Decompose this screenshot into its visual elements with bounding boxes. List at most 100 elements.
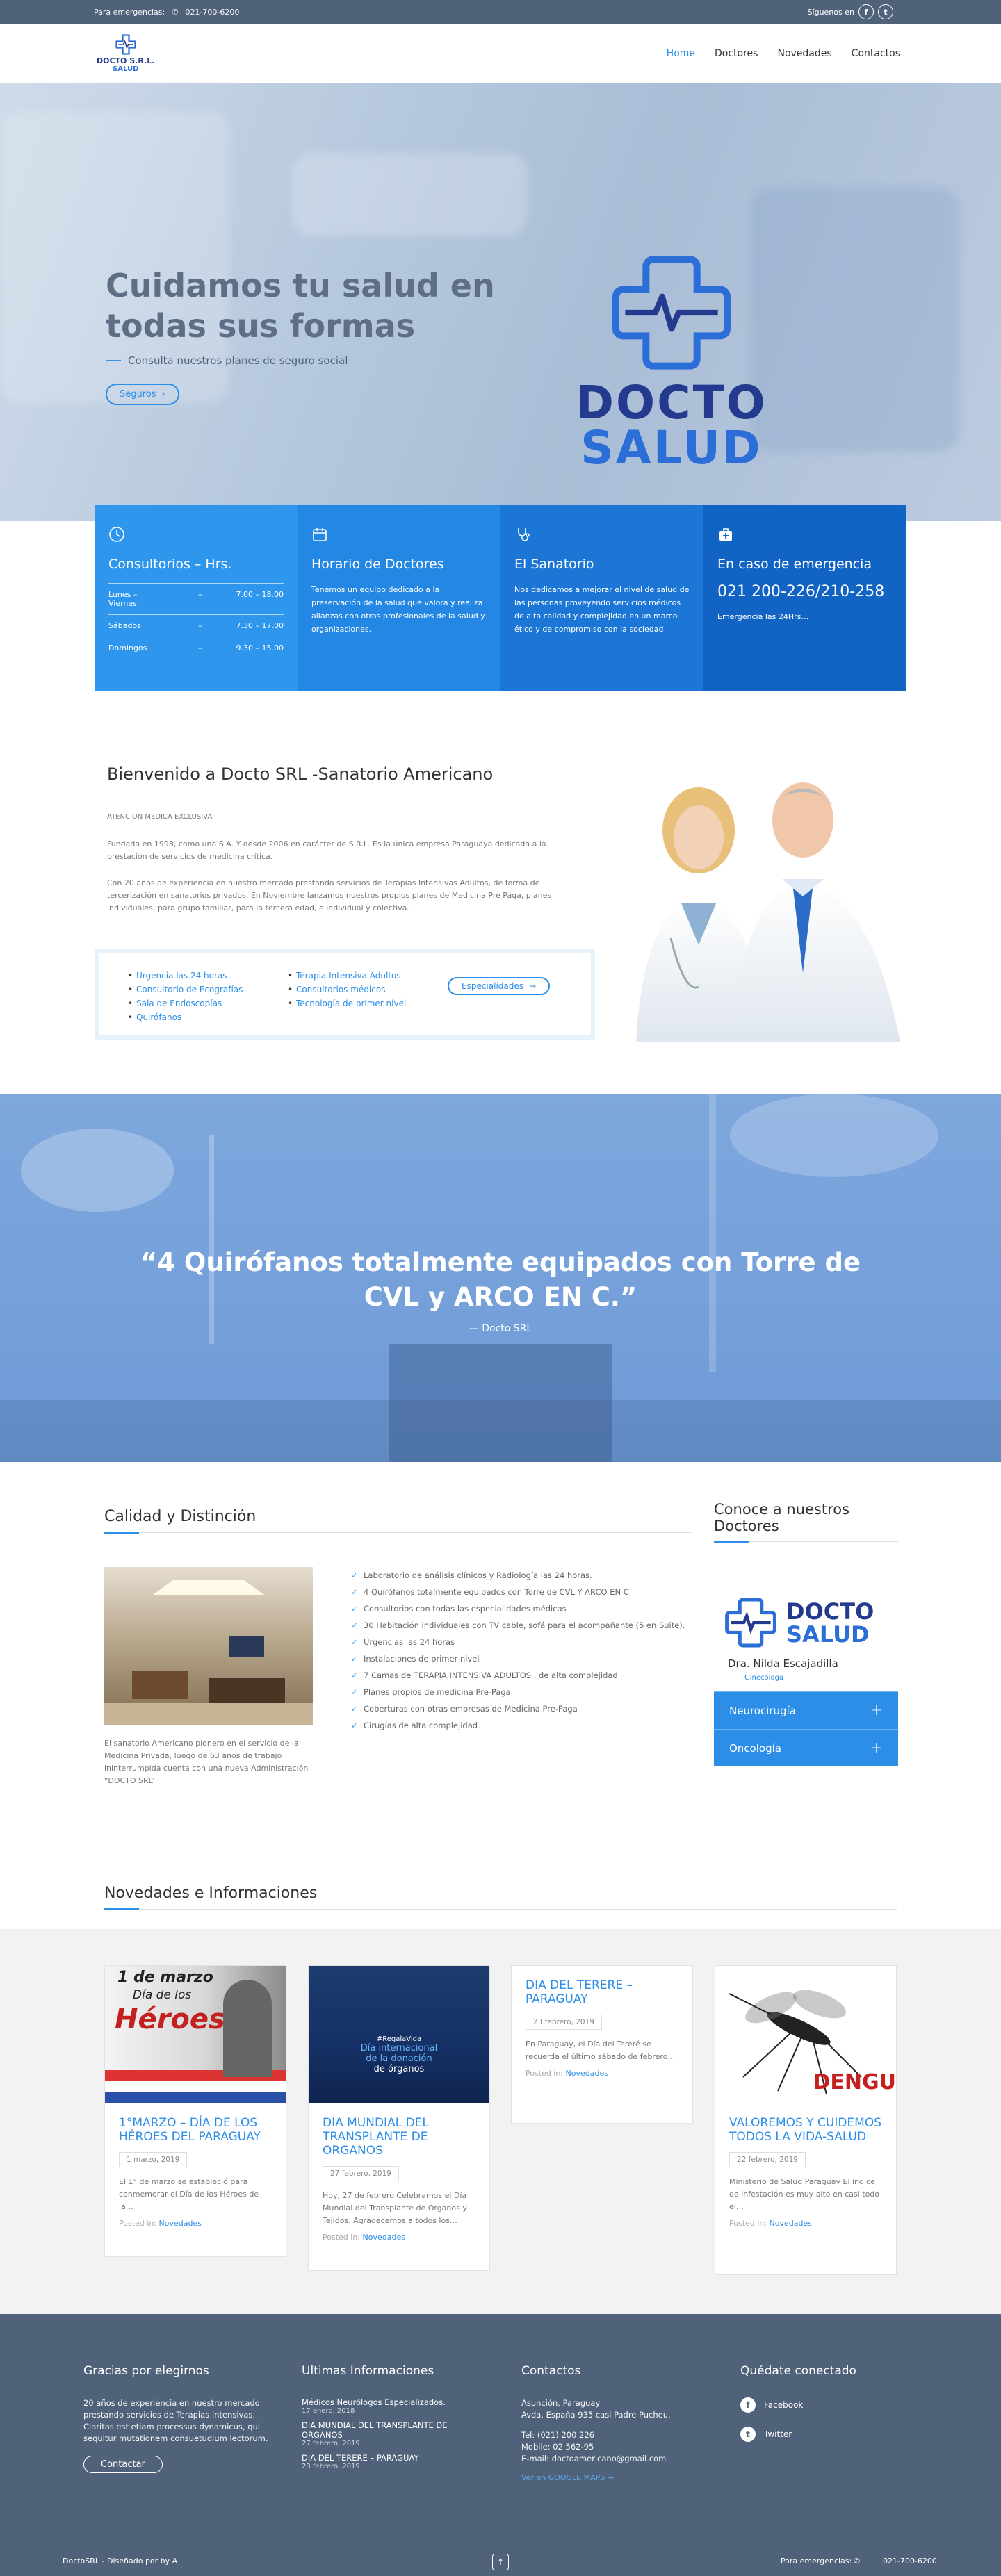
footer-col-news: Ultimas Informaciones Médicos Neurólogos… — [302, 2364, 489, 2476]
news-card[interactable]: DENGU VALOREMOS Y CUIDEMOS TODOS LA VIDA… — [715, 1965, 897, 2275]
welcome-small: ATENCION MEDICA EXCLUSIVA — [107, 813, 213, 821]
info-box-horario: Horario de Doctores Tenemos un equipo de… — [298, 505, 500, 691]
especialidades-button[interactable]: Especialidades → — [448, 977, 551, 995]
welcome-section: Bienvenido a Docto SRL -Sanatorio Americ… — [0, 723, 1001, 1049]
footer-facebook-link[interactable]: f Facebook — [740, 2397, 928, 2413]
specialties-accordion: Neurocirugía + Oncología + — [714, 1691, 898, 1766]
news-card[interactable]: #RegalaVida Día internacional de la dona… — [308, 1965, 490, 2271]
posted-label: Posted in: — [119, 2219, 156, 2228]
footer-news-item[interactable]: DIA MUNDIAL DEL TRANSPLANTE DE ORGANOS 2… — [302, 2420, 489, 2447]
quote-text: “4 Quirófanos totalmente equipados con T… — [140, 1247, 861, 1312]
section-divider — [104, 1532, 692, 1534]
doctors-title: Conoce a nuestros Doctores — [714, 1501, 850, 1534]
news-title: Novedades e Informaciones — [104, 1885, 318, 1902]
quality-header: Calidad y Distinción — [104, 1508, 692, 1534]
hours-row: Lunes – Viernes – 7.00 – 18.00 — [108, 583, 284, 615]
footer-col-contact: Contactos Asunción, Paraguay Avda. Españ… — [521, 2364, 709, 2482]
doctor-name[interactable]: Dra. Nilda Escajadilla — [728, 1657, 898, 1670]
footer-news-item[interactable]: Médicos Neurólogos Especializados. 17 en… — [302, 2397, 489, 2415]
news-card-posted: Posted in: Novedades — [526, 2069, 678, 2078]
scroll-to-top-button[interactable]: ↑ — [492, 2554, 509, 2570]
nav-novedades[interactable]: Novedades — [777, 48, 831, 59]
news-card-title[interactable]: 1°MARZO – DÍA DE LOS HÉROES DEL PARAGUAY — [119, 2116, 272, 2144]
feature-item[interactable]: Terapia Intensiva Adultos — [288, 969, 448, 983]
twitter-icon[interactable]: t — [878, 4, 893, 19]
cross-logo-icon — [725, 1598, 776, 1648]
footer-news-item[interactable]: DIA DEL TERERE – PARAGUAY 23 febrero, 20… — [302, 2453, 489, 2470]
news-card-category[interactable]: Novedades — [770, 2219, 812, 2228]
footer-news-title: Médicos Neurólogos Especializados. — [302, 2397, 446, 2407]
news-section: 1 de marzo Día de los Héroes 1°MARZO – D… — [0, 1929, 1001, 2314]
news-card-excerpt: Ministerio de Salud Paraguay El índice d… — [729, 2177, 880, 2211]
follow-label: Síguenos en — [807, 7, 854, 17]
logo-line1: DOCTO S.R.L. — [97, 56, 155, 65]
welcome-paragraph-2: Con 20 años de experiencia en nuestro me… — [107, 878, 552, 912]
doctor-card-logo: DOCTO SALUD — [714, 1595, 898, 1650]
welcome-title: Bienvenido a Docto SRL -Sanatorio Americ… — [107, 764, 494, 784]
portrait-shape — [223, 1980, 272, 2077]
section-divider — [104, 1908, 897, 1910]
facebook-icon[interactable]: f — [858, 4, 874, 19]
contactar-button[interactable]: Contactar — [83, 2456, 163, 2473]
info-box-title: En caso de emergencia — [717, 557, 872, 572]
footer-tel: Tel: (021) 200 226 — [521, 2430, 595, 2440]
accordion-oncologia[interactable]: Oncología + — [714, 1729, 898, 1766]
news-card-title[interactable]: DIA MUNDIAL DEL TRANSPLANTE DE ORGANOS — [323, 2116, 475, 2158]
news-card-category[interactable]: Novedades — [363, 2233, 405, 2242]
hero-text: Cuidamos tu salud en todas sus formas Co… — [106, 265, 495, 405]
hours-row: Domingos – 9.30 – 15.00 — [108, 637, 284, 659]
emergency-phone[interactable]: 021-700-6200 — [185, 8, 239, 17]
seguros-button[interactable]: Seguros › — [106, 384, 179, 405]
hours-value: 9.30 – 15.00 — [236, 643, 284, 653]
footer-twitter-link[interactable]: t Twitter — [740, 2427, 928, 2442]
footer-news-title: DIA DEL TERERE – PARAGUAY — [302, 2453, 419, 2463]
cross-logo-icon — [115, 34, 136, 55]
feature-item[interactable]: Sala de Endoscopías — [128, 996, 288, 1010]
quality-title: Calidad y Distinción — [104, 1508, 257, 1525]
heroes-image-text-3: Héroes — [115, 2003, 225, 2035]
feature-item[interactable]: Tecnología de primer nivel — [288, 996, 448, 1010]
logo-line2: SALUD — [113, 65, 139, 73]
site-header: DOCTO S.R.L. SALUD Home Doctores Novedad… — [0, 24, 1001, 83]
posted-label: Posted in: — [729, 2219, 767, 2228]
google-maps-link[interactable]: Ver en GOOGLE MAPS → — [521, 2473, 709, 2482]
medkit-icon — [719, 528, 732, 541]
emergency-phone-big[interactable]: 021 200-226/210-258 — [717, 583, 893, 600]
news-card[interactable]: DIA DEL TERERE – PARAGUAY 23 febrero, 20… — [511, 1965, 693, 2124]
doctor-specialty: Ginecóloga — [744, 1674, 784, 1682]
features-box: Urgencia las 24 horas Consultorio de Eco… — [95, 949, 595, 1040]
feature-item[interactable]: Consultorio de Ecografías — [128, 983, 288, 996]
news-card-title[interactable]: DIA DEL TERERE – PARAGUAY — [526, 1978, 678, 2006]
nav-doctores[interactable]: Doctores — [715, 48, 758, 59]
news-card-category[interactable]: Novedades — [566, 2069, 608, 2078]
news-card-excerpt: El 1° de marzo se estableció para conmem… — [119, 2177, 259, 2211]
nav-contactos[interactable]: Contactos — [852, 48, 900, 59]
news-card-image: DENGU — [715, 1966, 896, 2103]
accordion-neurocirugia[interactable]: Neurocirugía + — [714, 1691, 898, 1729]
main-nav: Home Doctores Novedades Contactos — [667, 48, 914, 59]
quality-section: Calidad y Distinción El sanatorio Americ… — [0, 1501, 1001, 1807]
news-card-title[interactable]: VALOREMOS Y CUIDEMOS TODOS LA VIDA-SALUD — [729, 2116, 882, 2144]
facebook-label: Facebook — [764, 2400, 804, 2410]
news-card[interactable]: 1 de marzo Día de los Héroes 1°MARZO – D… — [104, 1965, 286, 2257]
news-card-image: 1 de marzo Día de los Héroes — [105, 1966, 286, 2103]
feature-item[interactable]: Quirófanos — [128, 1010, 288, 1024]
feature-item[interactable]: Urgencia las 24 horas — [128, 969, 288, 983]
donation-image-text-3: de la donación — [366, 2053, 432, 2064]
doctors-photo — [636, 782, 900, 1042]
news-card-category[interactable]: Novedades — [159, 2219, 202, 2228]
hero-logo-word1: DOCTO — [576, 376, 767, 429]
footer-emergency-phone[interactable]: 021-700-6200 — [883, 2557, 937, 2566]
site-logo[interactable]: DOCTO S.R.L. SALUD — [97, 34, 154, 73]
donation-image-text-2: Día internacional — [360, 2043, 438, 2053]
news-card-excerpt: Hoy, 27 de febrero Celebramos el Día Mun… — [323, 2191, 467, 2225]
footer-email[interactable]: E-mail: doctoamericano@gmail.com — [521, 2453, 709, 2465]
footer-address-2: Avda. España 935 casi Padre Pucheu, — [521, 2410, 671, 2420]
feature-item[interactable]: Consultorios médicos — [288, 983, 448, 996]
nav-home[interactable]: Home — [667, 48, 695, 59]
news-card-date: 23 febrero, 2019 — [526, 2015, 602, 2030]
cross-logo-icon — [612, 256, 731, 370]
features-list-2: Terapia Intensiva Adultos Consultorios m… — [288, 969, 448, 1035]
footer-copyright: DoctoSRL - Diseñado por by A — [63, 2557, 178, 2566]
news-card-image: #RegalaVida Día internacional de la dona… — [309, 1966, 489, 2103]
